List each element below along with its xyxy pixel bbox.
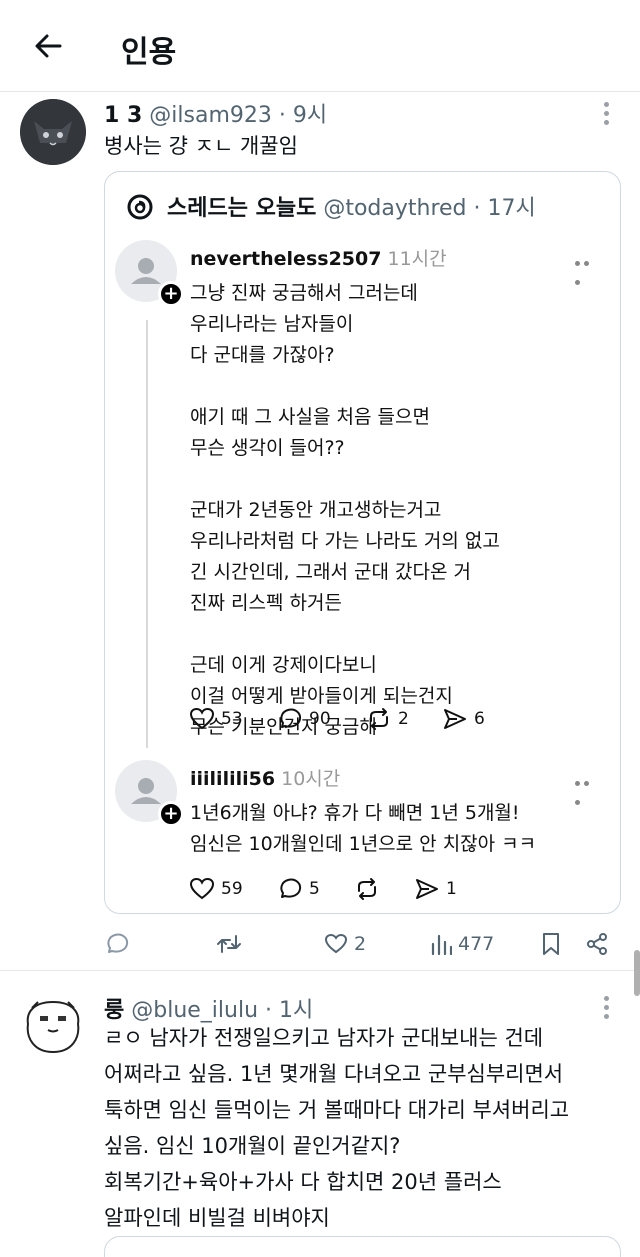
repost-icon (370, 708, 388, 730)
back-arrow-icon[interactable] (30, 28, 66, 64)
author-name[interactable]: 1 3 (104, 103, 142, 128)
repost-button[interactable]: 2 (366, 707, 409, 731)
post-text: 병사는 걍 ㅈㄴ 개꿀임 (104, 134, 298, 158)
share-button[interactable] (585, 932, 609, 956)
avatar[interactable] (20, 994, 86, 1060)
reply-count: 5 (309, 879, 320, 899)
more-options-icon[interactable] (575, 251, 601, 285)
author-handle[interactable]: @ilsam923 (149, 103, 272, 128)
like-button[interactable]: 53 (189, 707, 243, 731)
share-button[interactable]: 1 (414, 877, 457, 901)
reply-count: 90 (309, 709, 331, 729)
divider (0, 970, 640, 971)
share-count: 6 (474, 709, 485, 729)
heart-icon (189, 877, 215, 900)
thread-text: 1년6개월 아냐? 휴가 다 빼면 1년 5개월! 임신은 10개월인데 1년으… (190, 802, 537, 855)
reply-button[interactable] (105, 932, 129, 956)
heart-icon (324, 933, 348, 954)
thread-author-line: nevertheless2507 11시간 (190, 244, 447, 271)
share-icon (587, 933, 607, 955)
quoted-post-time: · 17시 (473, 196, 536, 221)
quoted-author-line: 스레드는 오늘도 @todaythred · 17시 (126, 190, 536, 227)
comment-icon (280, 878, 302, 898)
like-count: 53 (221, 709, 243, 729)
repost-count: 2 (398, 709, 409, 729)
more-options-icon[interactable] (604, 996, 610, 1020)
views-button[interactable]: 477 (430, 932, 494, 956)
repost-icon (358, 878, 376, 900)
quoted-author-handle[interactable]: @todaythred (323, 196, 466, 221)
follow-plus-icon[interactable]: + (158, 801, 184, 827)
post-time: · 9시 (278, 103, 328, 128)
send-icon (416, 879, 438, 899)
reply-button[interactable]: 90 (277, 707, 331, 731)
cat-avatar-icon (20, 99, 86, 165)
share-button[interactable]: 6 (442, 707, 485, 731)
thread-username[interactable]: iiililili56 (190, 768, 275, 790)
comment-icon (107, 933, 129, 953)
avatar[interactable] (20, 99, 86, 165)
quote-count-button[interactable]: 2 (324, 932, 366, 956)
quote-count: 2 (354, 933, 367, 955)
thread-connector (146, 320, 148, 748)
more-options-icon[interactable] (575, 771, 601, 805)
thread-username[interactable]: nevertheless2507 (190, 248, 381, 270)
like-count: 59 (221, 879, 243, 899)
thread-time: 11시간 (387, 248, 447, 270)
reply-button[interactable]: 5 (277, 877, 320, 901)
bookmark-icon (543, 933, 559, 955)
bookmark-button[interactable] (540, 932, 562, 956)
thread-text: 그냥 진짜 궁금해서 그러는데 우리나라는 남자들이 다 군대를 가잖아? 애기… (190, 282, 500, 738)
more-options-icon[interactable] (604, 102, 610, 126)
post-author-line: 1 3 @ilsam923 · 9시 (104, 97, 327, 129)
comment-icon (280, 708, 302, 728)
share-count: 1 (446, 879, 457, 899)
cartoon-face-avatar-icon (26, 1000, 80, 1054)
post-text: ㄹㅇ 남자가 전쟁일으키고 남자가 군대보내는 건데 어쩌라고 싶음. 1년 몇… (104, 1026, 570, 1230)
threads-logo-icon (126, 193, 154, 227)
scrollbar[interactable] (634, 950, 640, 996)
quoted-author-name[interactable]: 스레드는 오늘도 (167, 196, 316, 221)
retweet-icon (217, 935, 241, 953)
analytics-icon (431, 934, 452, 956)
view-count: 477 (458, 933, 495, 955)
retweet-button[interactable] (216, 932, 242, 956)
repost-button[interactable] (354, 877, 380, 901)
top-bar: 인용 (0, 0, 640, 92)
thread-time: 10시간 (281, 768, 341, 790)
quoted-post-card[interactable] (104, 1236, 621, 1257)
heart-icon (189, 707, 215, 730)
page-title: 인용 (121, 35, 177, 70)
like-button[interactable]: 59 (189, 877, 243, 901)
send-icon (444, 709, 466, 729)
thread-author-line: iiililili56 10시간 (190, 764, 340, 791)
follow-plus-icon[interactable]: + (158, 281, 184, 307)
